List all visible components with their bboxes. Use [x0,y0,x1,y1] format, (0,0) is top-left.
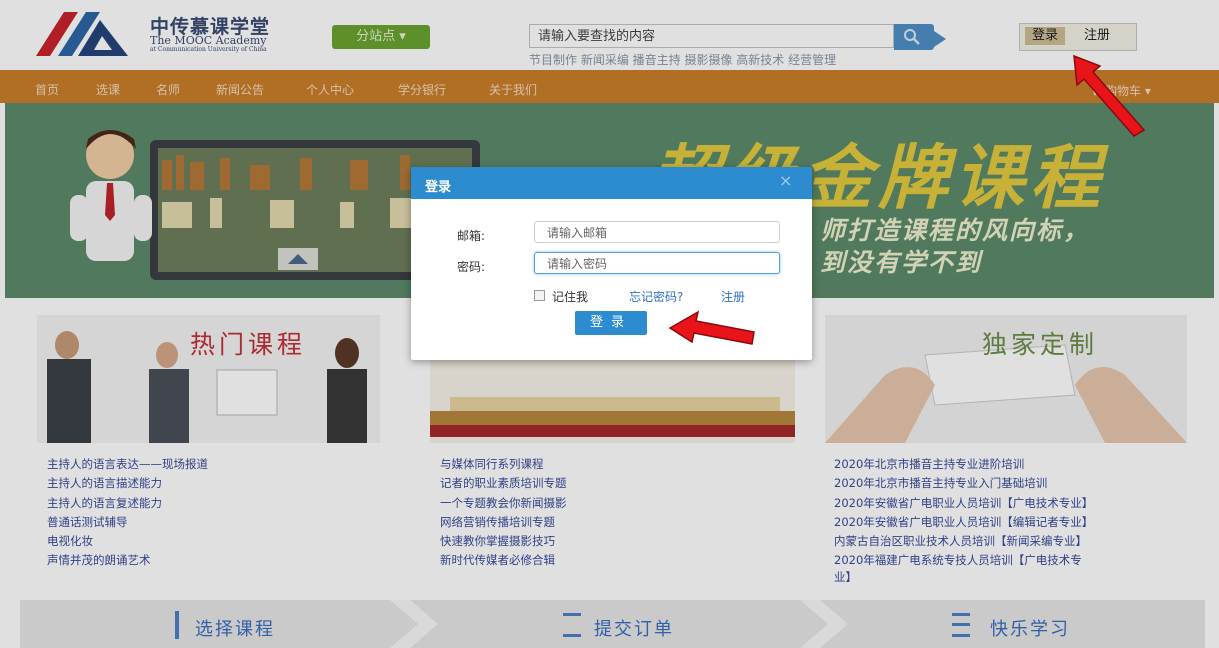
login-modal-header [411,167,812,199]
password-label: 密码: [457,260,486,274]
remember-me-checkbox[interactable] [534,290,545,301]
forgot-password-link[interactable]: 忘记密码? [629,288,683,305]
login-submit-button[interactable]: 登录 [575,311,647,335]
close-icon[interactable]: × [779,171,792,190]
remember-me-label[interactable]: 记住我 [552,288,588,305]
password-field[interactable]: 请输入密码 [534,252,780,274]
email-label: 邮箱: [457,229,486,243]
annotation-arrow-icon [1073,54,1146,137]
modal-register-link[interactable]: 注册 [721,288,745,305]
login-modal-title: 登录 [425,180,452,195]
email-field[interactable]: 请输入邮箱 [534,221,780,243]
annotation-arrow-icon [668,310,755,345]
